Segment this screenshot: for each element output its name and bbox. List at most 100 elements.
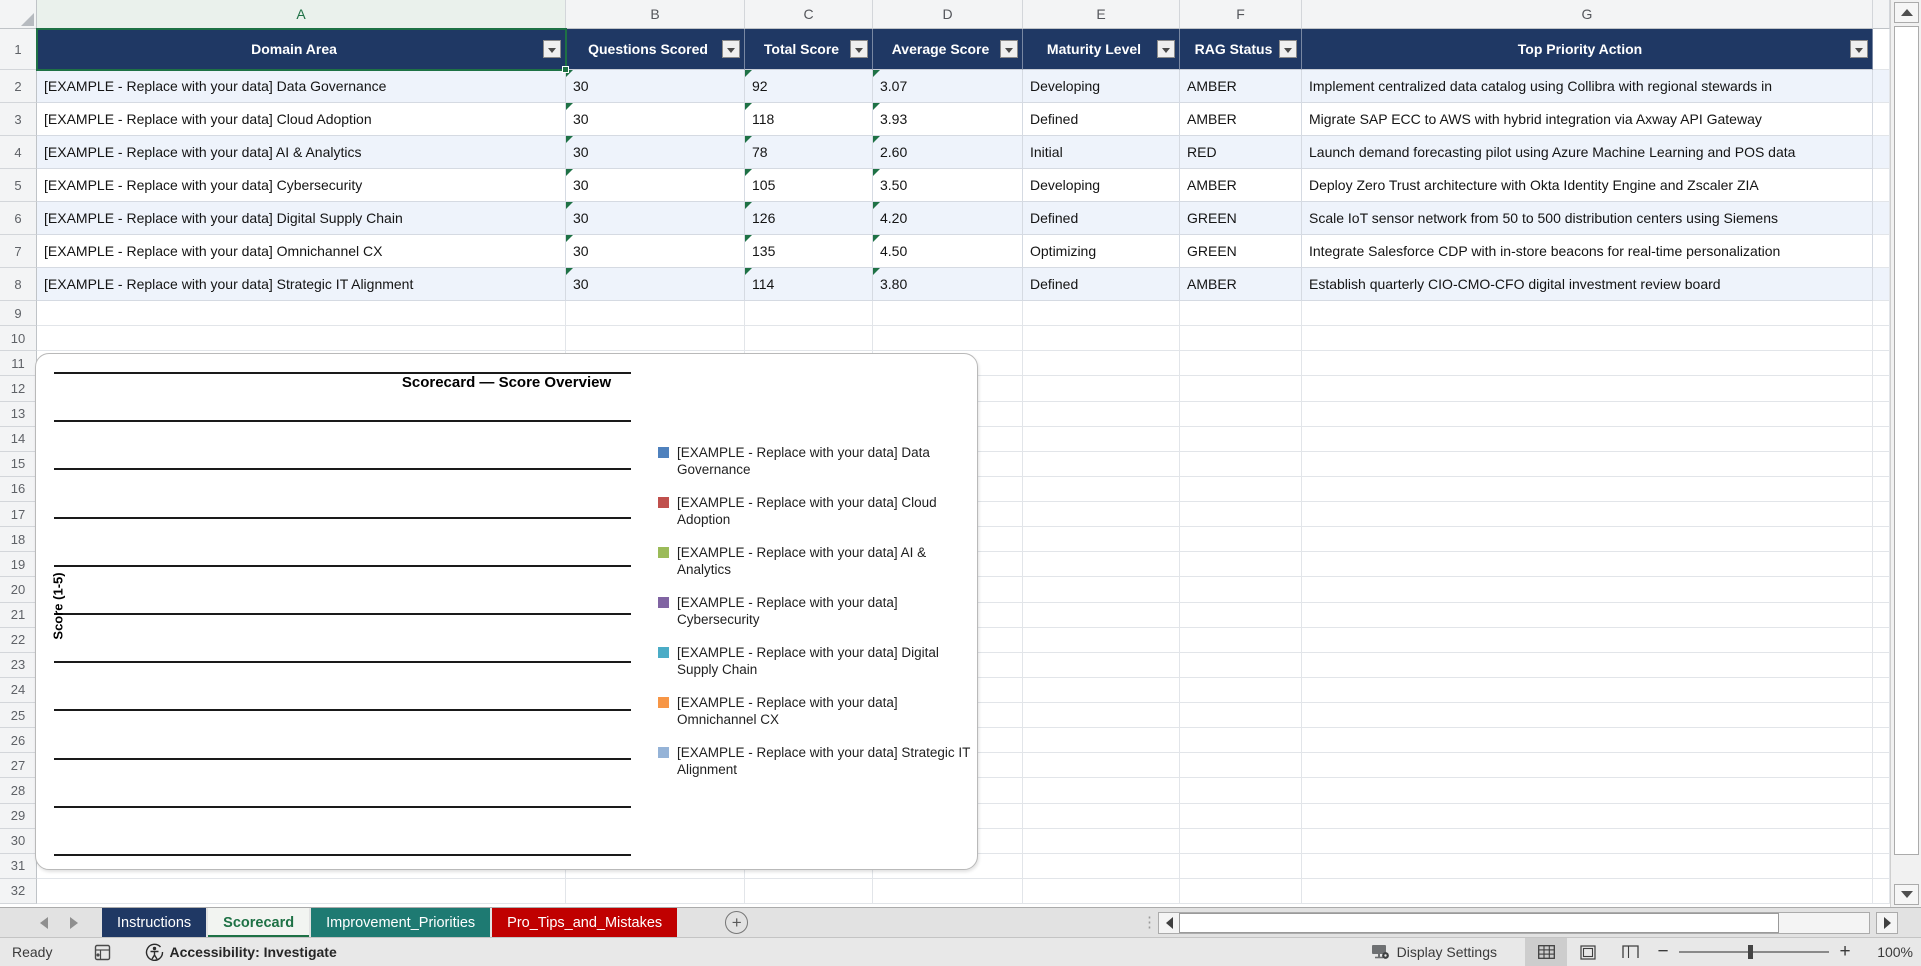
empty-cell[interactable] [1023, 602, 1180, 628]
empty-cell[interactable] [873, 326, 1023, 352]
empty-cell[interactable] [1023, 803, 1180, 829]
row-header-4[interactable]: 4 [0, 136, 37, 169]
row-header-32[interactable]: 32 [0, 878, 37, 904]
cell-E4[interactable]: Initial [1023, 136, 1180, 169]
empty-cell[interactable] [1302, 878, 1873, 904]
empty-cell[interactable] [1302, 853, 1873, 879]
cell-B7[interactable]: 30 [566, 235, 745, 268]
row-header-3[interactable]: 3 [0, 103, 37, 136]
row-header-26[interactable]: 26 [0, 728, 37, 754]
row-header-10[interactable]: 10 [0, 326, 37, 352]
cell-C4[interactable]: 78 [745, 136, 873, 169]
cell-B8[interactable]: 30 [566, 268, 745, 301]
scroll-right-button[interactable] [1876, 912, 1898, 934]
empty-cell[interactable] [1302, 778, 1873, 804]
column-header-E[interactable]: E [1023, 0, 1180, 29]
empty-cell[interactable] [1180, 301, 1302, 327]
empty-cell[interactable] [37, 878, 566, 904]
header-cell-rag-status[interactable]: RAG Status [1180, 29, 1302, 70]
cell-F2[interactable]: AMBER [1180, 70, 1302, 103]
horizontal-scrollbar[interactable] [1158, 912, 1870, 934]
cell-E8[interactable]: Defined [1023, 268, 1180, 301]
empty-cell[interactable] [1180, 527, 1302, 553]
cell-D3[interactable]: 3.93 [873, 103, 1023, 136]
row-header-21[interactable]: 21 [0, 602, 37, 628]
column-header-G[interactable]: G [1302, 0, 1873, 29]
empty-cell[interactable] [1873, 703, 1890, 729]
empty-cell[interactable] [1873, 677, 1890, 703]
filter-dropdown-button[interactable] [543, 40, 561, 58]
row-header-5[interactable]: 5 [0, 169, 37, 202]
filter-dropdown-button[interactable] [1157, 40, 1175, 58]
row-header-29[interactable]: 29 [0, 803, 37, 829]
empty-cell[interactable] [1180, 502, 1302, 528]
empty-cell[interactable] [1302, 828, 1873, 854]
row-header-23[interactable]: 23 [0, 652, 37, 678]
row-header-1[interactable]: 1 [0, 29, 37, 70]
cell-C3[interactable]: 118 [745, 103, 873, 136]
empty-cell[interactable] [1302, 401, 1873, 427]
empty-cell[interactable] [1180, 426, 1302, 452]
row-header-12[interactable]: 12 [0, 376, 37, 402]
cell-B6[interactable]: 30 [566, 202, 745, 235]
row-header-16[interactable]: 16 [0, 476, 37, 502]
column-header-F[interactable]: F [1180, 0, 1302, 29]
row-header-13[interactable]: 13 [0, 401, 37, 427]
header-cell-top-priority-action[interactable]: Top Priority Action [1302, 29, 1873, 70]
row-header-17[interactable]: 17 [0, 502, 37, 528]
header-cell-total-score[interactable]: Total Score [745, 29, 873, 70]
display-settings-button[interactable]: Display Settings [1371, 944, 1497, 960]
cell-D7[interactable]: 4.50 [873, 235, 1023, 268]
empty-cell[interactable] [1023, 301, 1180, 327]
select-all-corner[interactable] [0, 0, 37, 29]
empty-cell[interactable] [1180, 878, 1302, 904]
empty-cell[interactable] [1302, 577, 1873, 603]
empty-cell[interactable] [1873, 753, 1890, 779]
empty-cell[interactable] [566, 878, 745, 904]
empty-cell[interactable] [1873, 376, 1890, 402]
empty-cell[interactable] [1873, 803, 1890, 829]
empty-cell[interactable] [1873, 778, 1890, 804]
macro-record-icon[interactable] [94, 944, 111, 961]
scroll-down-button[interactable] [1894, 884, 1919, 905]
empty-cell[interactable] [1873, 351, 1890, 377]
empty-cell[interactable] [1180, 602, 1302, 628]
normal-view-button[interactable] [1525, 938, 1567, 966]
empty-cell[interactable] [1180, 703, 1302, 729]
empty-cell[interactable] [1180, 577, 1302, 603]
cell-E5[interactable]: Developing [1023, 169, 1180, 202]
empty-cell[interactable] [1302, 627, 1873, 653]
row-header-11[interactable]: 11 [0, 351, 37, 377]
empty-cell[interactable] [1023, 451, 1180, 477]
row-header-25[interactable]: 25 [0, 703, 37, 729]
filter-dropdown-button[interactable] [722, 40, 740, 58]
empty-cell[interactable] [1023, 853, 1180, 879]
cell-C5[interactable]: 105 [745, 169, 873, 202]
cell-F3[interactable]: AMBER [1180, 103, 1302, 136]
row-header-30[interactable]: 30 [0, 828, 37, 854]
header-cell-average-score[interactable]: Average Score [873, 29, 1023, 70]
empty-cell[interactable] [1302, 602, 1873, 628]
empty-cell[interactable] [1302, 652, 1873, 678]
empty-cell[interactable] [1873, 502, 1890, 528]
column-header-sliver[interactable] [1873, 0, 1890, 29]
empty-cell[interactable] [1023, 502, 1180, 528]
cell-B5[interactable]: 30 [566, 169, 745, 202]
cell-G4[interactable]: Launch demand forecasting pilot using Az… [1302, 136, 1873, 169]
cell-F8[interactable]: AMBER [1180, 268, 1302, 301]
zoom-slider[interactable] [1679, 944, 1829, 960]
empty-cell[interactable] [1873, 828, 1890, 854]
empty-cell[interactable] [1873, 652, 1890, 678]
row-header-19[interactable]: 19 [0, 552, 37, 578]
tab-scroll-right-icon[interactable] [70, 916, 78, 929]
cell-G3[interactable]: Migrate SAP ECC to AWS with hybrid integ… [1302, 103, 1873, 136]
empty-cell[interactable] [566, 326, 745, 352]
empty-cell[interactable] [37, 326, 566, 352]
empty-cell[interactable] [1180, 451, 1302, 477]
row-header-15[interactable]: 15 [0, 451, 37, 477]
cell-D5[interactable]: 3.50 [873, 169, 1023, 202]
empty-cell[interactable] [1180, 652, 1302, 678]
empty-cell[interactable] [1023, 527, 1180, 553]
empty-cell[interactable] [1023, 878, 1180, 904]
empty-cell[interactable] [1302, 476, 1873, 502]
